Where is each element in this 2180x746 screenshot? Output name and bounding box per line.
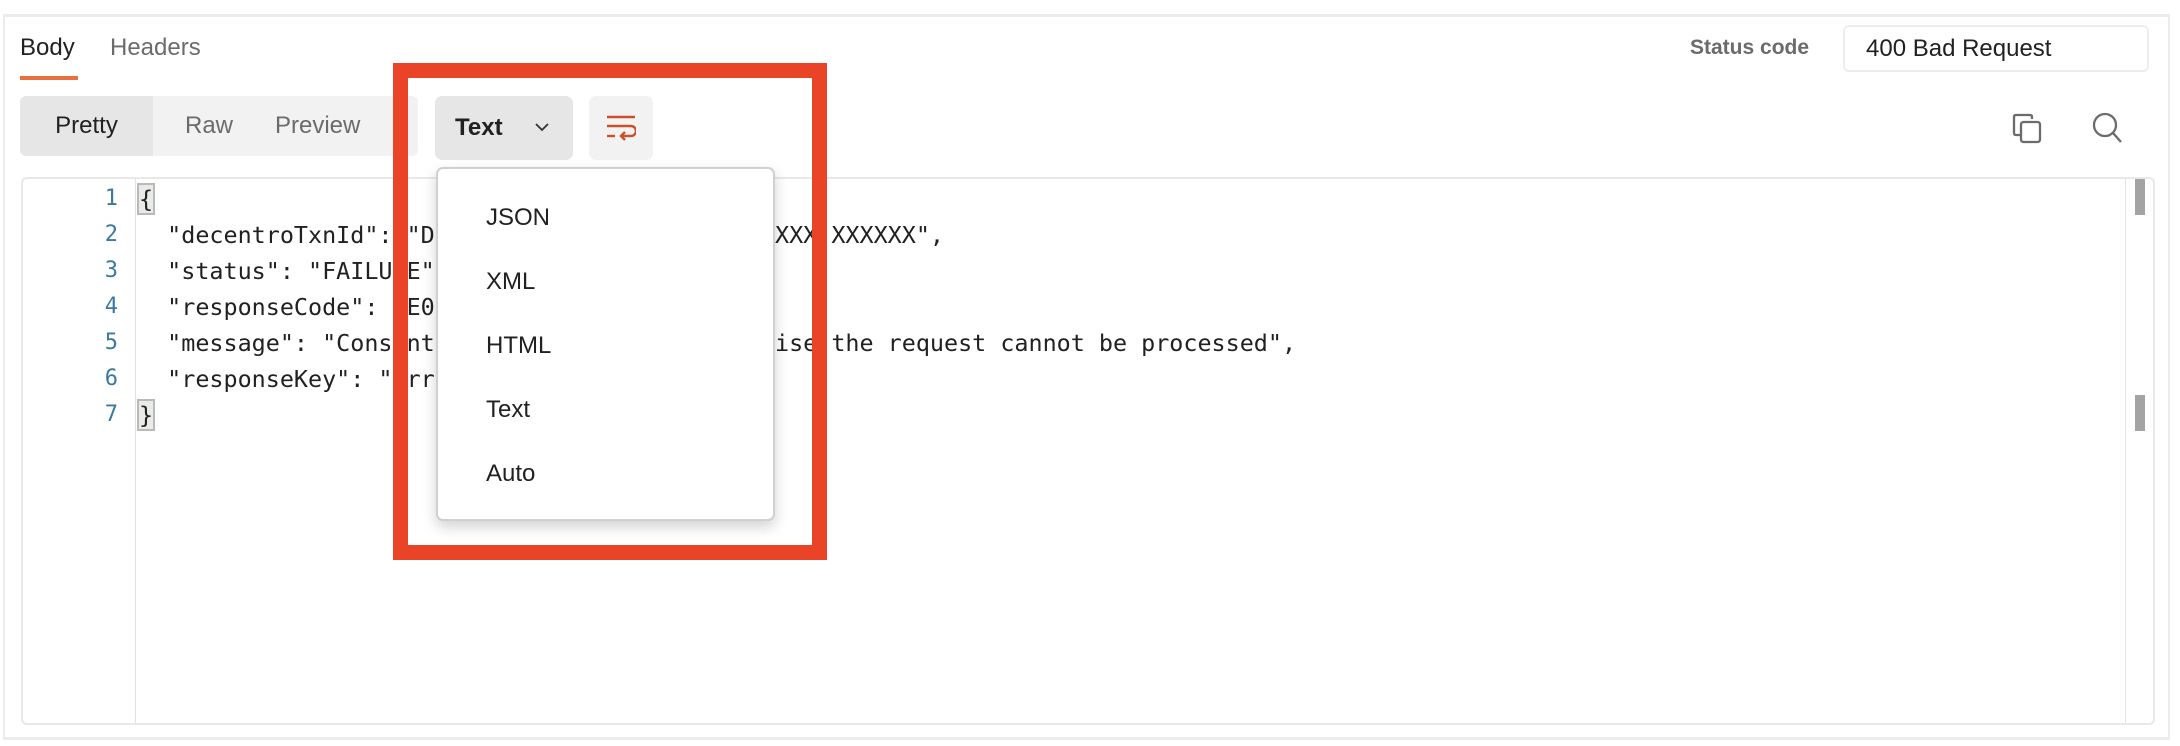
tab-body[interactable]: Body xyxy=(20,33,75,63)
search-icon xyxy=(2092,112,2122,143)
language-select-value: Text xyxy=(455,114,503,141)
tab-headers[interactable]: Headers xyxy=(110,33,201,63)
view-mode-pretty[interactable]: Pretty xyxy=(20,96,153,156)
line-number: 3 xyxy=(104,258,118,283)
line-number: 6 xyxy=(104,366,118,391)
dropdown-option-json[interactable]: JSON xyxy=(486,203,550,233)
code-line: "responseKey": " rr xyxy=(139,365,435,393)
code-line: } xyxy=(136,397,156,433)
scrollbar-marker xyxy=(2135,395,2145,431)
scrollbar-thumb[interactable] xyxy=(2135,179,2145,215)
search-button[interactable] xyxy=(2090,111,2124,145)
dropdown-option-auto[interactable]: Auto xyxy=(486,459,535,489)
gutter-divider xyxy=(135,179,136,723)
view-mode-selector: Pretty Raw Preview xyxy=(20,96,418,156)
dropdown-option-xml[interactable]: XML xyxy=(486,267,535,297)
response-body-editor[interactable]: 1 2 3 4 5 6 7 { "decentroTxnId": "D XXX … xyxy=(21,177,2155,725)
line-number: 5 xyxy=(104,330,118,355)
view-mode-preview[interactable]: Preview xyxy=(265,96,415,156)
code-line-tail: XXX XXXXXX", xyxy=(775,221,944,249)
line-number: 4 xyxy=(104,294,118,319)
copy-icon xyxy=(2012,113,2042,144)
wrap-lines-icon xyxy=(607,115,636,141)
dropdown-option-text[interactable]: Text xyxy=(486,395,530,425)
active-tab-indicator xyxy=(20,76,78,80)
code-line-text: } xyxy=(136,399,156,431)
language-select-button[interactable]: Text xyxy=(435,96,573,160)
line-number: 1 xyxy=(104,186,118,211)
wrap-lines-button[interactable] xyxy=(589,96,653,160)
code-line: "status": "FAILU E" xyxy=(139,257,435,285)
code-line-text: { xyxy=(136,183,156,215)
language-dropdown-menu: JSON XML HTML Text Auto xyxy=(436,167,775,521)
view-mode-raw[interactable]: Raw xyxy=(153,96,265,156)
code-line-tail: ise the request cannot be processed", xyxy=(775,329,1297,357)
line-number: 2 xyxy=(104,222,118,247)
line-number: 7 xyxy=(104,402,118,427)
code-line: "message": "Cons nt xyxy=(139,329,435,357)
code-line: { xyxy=(136,181,156,217)
status-code-value: 400 Bad Request xyxy=(1843,25,2149,72)
copy-button[interactable] xyxy=(2011,111,2045,145)
code-line: "decentroTxnId": "D xyxy=(139,221,435,249)
status-code-label: Status code xyxy=(1690,36,1810,59)
code-line: "responseCode": E0 xyxy=(139,293,435,321)
chevron-down-icon xyxy=(535,123,549,132)
vertical-scrollbar[interactable] xyxy=(2125,179,2153,723)
dropdown-option-html[interactable]: HTML xyxy=(486,331,551,361)
